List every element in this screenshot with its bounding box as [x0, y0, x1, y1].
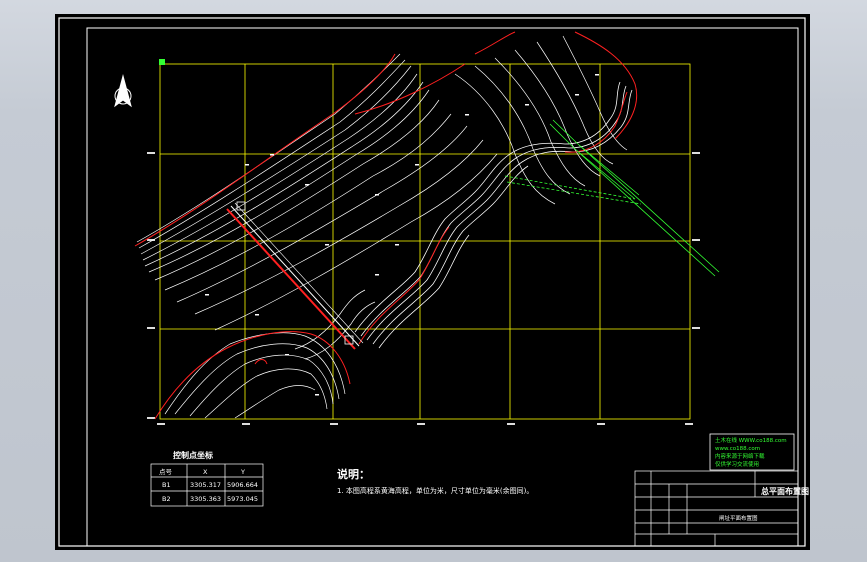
title-block [634, 470, 799, 547]
outer-border [58, 17, 806, 547]
stamp-line-2: www.co188.com [715, 446, 760, 452]
legend-row2-point: B2 [162, 495, 171, 503]
river-channel [354, 81, 633, 349]
stamp-line-1: 土木在线 WWW.co188.com [715, 436, 787, 444]
legend-header-point: 点号 [159, 468, 173, 476]
drawing-canvas: 控制点坐标 点号 X Y B1 3305.317 5906.664 B2 330… [58, 17, 809, 547]
contours-lower-left [164, 289, 376, 419]
grid-tick-marks [147, 152, 700, 425]
contours-right [454, 35, 628, 205]
drawing-subtitle: 闸址平面布置图 [719, 514, 758, 522]
contours-upper-left [136, 53, 498, 331]
legend-table-title: 控制点坐标 [173, 450, 213, 460]
notes-heading: 说明： [337, 467, 370, 481]
legend-row2-x: 3305.363 [190, 495, 221, 503]
legend-header-x: X [203, 468, 208, 476]
green-canal [504, 119, 720, 277]
inner-border [86, 27, 799, 547]
drawing-title: 总平面布置图 [761, 486, 809, 496]
red-lines-right [574, 31, 638, 140]
watermark-stamp: 土木在线 WWW.co188.com www.co188.com 内容来源于网络… [709, 433, 795, 471]
legend-row2-y: 5973.045 [227, 495, 258, 503]
notes-line-1: 1. 本图高程系黄海高程，单位为米，尺寸单位为毫米(余图同)。 [337, 486, 533, 495]
red-lines-lower [154, 331, 351, 420]
stamp-line-4: 仅供学习交流使用 [715, 460, 759, 468]
legend-row1-x: 3305.317 [190, 481, 221, 489]
legend-row1-point: B1 [162, 481, 171, 489]
cad-viewport[interactable]: 控制点坐标 点号 X Y B1 3305.317 5906.664 B2 330… [55, 14, 810, 550]
origin-marker [159, 59, 165, 65]
river-red-edge [358, 91, 628, 345]
stamp-line-3: 内容来源于网络下载 [715, 452, 765, 460]
north-arrow-icon [114, 74, 132, 108]
legend-row1-y: 5906.664 [227, 481, 258, 489]
legend-header-y: Y [240, 468, 245, 476]
